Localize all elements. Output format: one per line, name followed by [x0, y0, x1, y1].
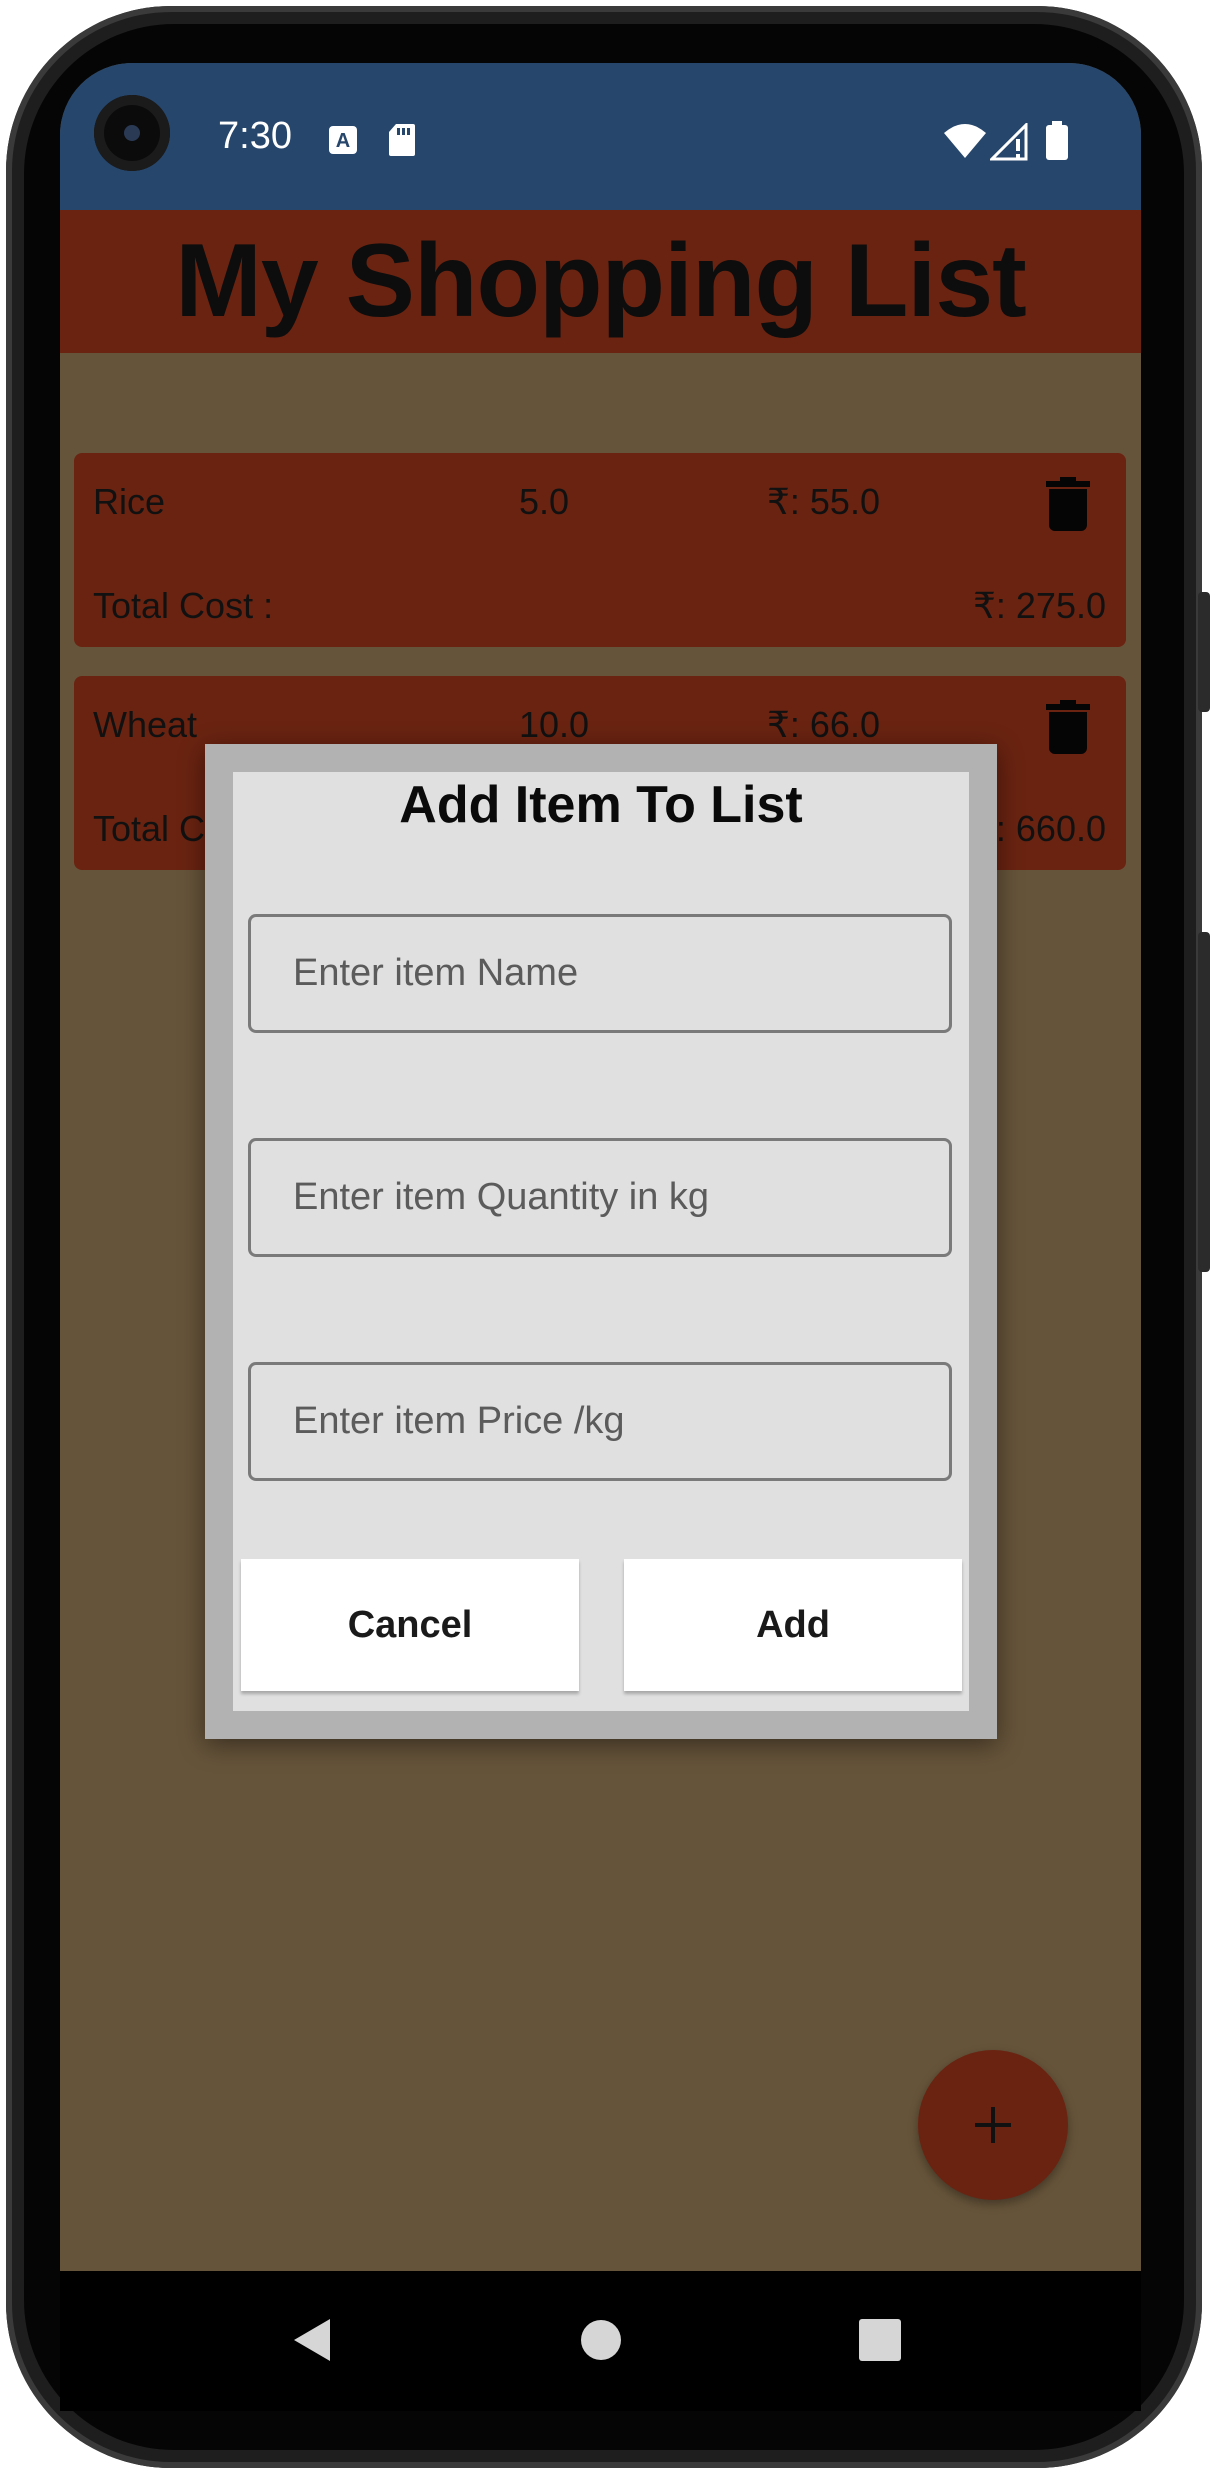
power-button — [1198, 592, 1210, 712]
item-name: Rice — [93, 481, 166, 522]
total-cost-label: Total Cost : — [93, 585, 274, 626]
item-quantity-field[interactable] — [248, 1138, 952, 1257]
status-bar: 7:30 A — [60, 63, 1141, 210]
volume-button — [1198, 932, 1210, 1272]
cell-signal-icon — [990, 123, 1028, 161]
navigation-bar — [60, 2271, 1141, 2411]
back-icon[interactable] — [292, 2317, 332, 2363]
delete-icon[interactable] — [1046, 477, 1090, 531]
item-price: ₹: 55.0 — [767, 481, 880, 522]
screen: 7:30 A My Shopping List Rice 5.0 ₹: 55.0… — [60, 63, 1141, 2271]
add-item-fab[interactable] — [918, 2050, 1068, 2200]
app-header: My Shopping List — [60, 210, 1141, 353]
item-quantity: 5.0 — [519, 481, 570, 522]
item-quantity-input[interactable] — [251, 1141, 949, 1254]
list-item[interactable]: Rice 5.0 ₹: 55.0 Total Cost : ₹: 275.0 — [74, 453, 1126, 647]
item-name-field[interactable] — [248, 914, 952, 1033]
dialog-title: Add Item To List — [399, 776, 803, 834]
item-price-field[interactable] — [248, 1362, 952, 1481]
item-name-input[interactable] — [251, 917, 949, 1030]
recents-icon[interactable] — [859, 2319, 901, 2361]
item-price: ₹: 66.0 — [767, 704, 880, 745]
cancel-button[interactable]: Cancel — [241, 1559, 579, 1691]
status-time: 7:30 — [218, 115, 292, 157]
total-cost-value: ₹: 275.0 — [973, 585, 1106, 626]
a-letter-notification-icon: A — [329, 126, 357, 154]
wifi-icon — [944, 124, 986, 158]
item-quantity: 10.0 — [519, 704, 590, 745]
delete-icon[interactable] — [1046, 700, 1090, 754]
plus-icon — [975, 2107, 1011, 2143]
item-name: Wheat — [93, 704, 198, 745]
add-item-dialog: Add Item To List Cancel Add — [205, 744, 997, 1739]
battery-icon — [1046, 121, 1068, 160]
svg-text:A: A — [336, 130, 350, 152]
sd-card-icon — [389, 124, 415, 156]
camera-hole — [94, 95, 170, 171]
item-price-input[interactable] — [251, 1365, 949, 1478]
dialog-body: Add Item To List Cancel Add — [233, 772, 969, 1711]
home-icon[interactable] — [580, 2319, 622, 2361]
add-button[interactable]: Add — [624, 1559, 962, 1691]
app-title: My Shopping List — [175, 223, 1027, 339]
